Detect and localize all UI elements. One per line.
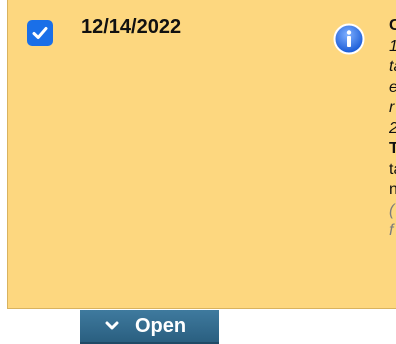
- detail-line: n: [389, 181, 396, 198]
- event-card: 12/14/2022 C 1 ta e r 2 T ta n ( f: [7, 0, 396, 309]
- open-button-label: Open: [135, 314, 187, 337]
- select-checkbox[interactable]: [27, 20, 53, 46]
- open-button[interactable]: Open: [80, 310, 219, 344]
- info-icon[interactable]: [333, 23, 365, 55]
- detail-line: e: [389, 78, 396, 99]
- detail-line: f: [389, 222, 394, 239]
- chevron-down-icon: [105, 319, 119, 333]
- event-details-text: C 1 ta e r 2 T ta n ( f: [389, 16, 396, 242]
- detail-line: ta: [389, 160, 396, 178]
- detail-line: (: [389, 201, 395, 219]
- detail-line: T: [389, 140, 396, 157]
- detail-line: C: [389, 17, 396, 34]
- detail-line: ta: [389, 58, 396, 75]
- detail-line: 2: [389, 119, 396, 140]
- detail-line: 1: [389, 37, 396, 58]
- detail-line: r: [389, 99, 395, 116]
- event-date: 12/14/2022: [81, 16, 182, 38]
- checkmark-icon: [32, 27, 48, 39]
